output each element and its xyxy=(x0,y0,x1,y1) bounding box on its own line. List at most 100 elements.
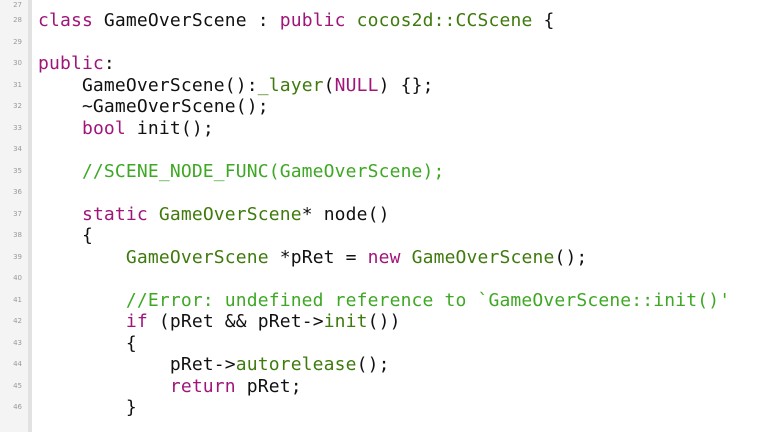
code-line[interactable]: 46 } xyxy=(0,397,768,419)
code-text: bool init(); xyxy=(38,118,214,140)
code-token-type: GameOverScene xyxy=(158,203,302,225)
code-line[interactable]: 30 public: xyxy=(0,53,768,75)
code-text: public: xyxy=(38,53,115,75)
code-token-keyword: return xyxy=(169,375,236,397)
code-editor[interactable]: 27 28 class GameOverScene : public cocos2d… xyxy=(0,0,768,432)
line-number: 37 xyxy=(13,209,22,218)
code-token-default: : xyxy=(246,10,280,31)
code-line[interactable]: 32 ~GameOverScene(); xyxy=(0,96,768,118)
code-line[interactable]: 33 bool init(); xyxy=(0,118,768,140)
code-text: class GameOverScene : public cocos2d::CC… xyxy=(38,10,554,32)
line-number: 31 xyxy=(13,80,22,89)
code-text: { xyxy=(38,333,137,355)
line-number: 35 xyxy=(13,166,22,175)
code-token-default xyxy=(38,247,126,268)
code-text: if (pRet && pRet->init()) xyxy=(38,311,401,333)
code-token-default: * node() xyxy=(301,203,390,225)
line-number: 46 xyxy=(13,403,22,411)
code-token-keyword: class xyxy=(38,10,104,31)
code-line[interactable]: 42 if (pRet && pRet->init()) xyxy=(0,311,768,333)
code-token-default: { xyxy=(532,10,555,31)
code-line[interactable]: 45 return pRet; xyxy=(0,376,768,398)
code-text: { xyxy=(38,225,93,247)
code-line[interactable]: 41 //Error: undefined reference to `Game… xyxy=(0,290,768,312)
code-token-default xyxy=(401,247,412,268)
line-number: 41 xyxy=(13,295,22,304)
code-text: } xyxy=(38,397,137,419)
line-number: 32 xyxy=(13,102,22,110)
code-token-default: { xyxy=(38,225,93,246)
line-number: 45 xyxy=(13,381,22,390)
code-line[interactable]: 31 GameOverScene():_layer(NULL) {}; xyxy=(0,75,768,97)
code-token-default: pRet; xyxy=(235,375,302,397)
code-token-type: cocos2d::CCScene xyxy=(356,10,533,31)
code-token-default: (pRet && pRet-> xyxy=(147,311,324,332)
code-token-type: _layer xyxy=(257,74,324,96)
code-token-default: ) {}; xyxy=(378,74,434,96)
code-line[interactable]: 43 { xyxy=(0,333,768,355)
code-token-keyword: bool xyxy=(81,117,126,139)
code-token-keyword: public xyxy=(38,53,104,74)
code-line[interactable]: 39 GameOverScene *pRet = new GameOverSce… xyxy=(0,247,768,269)
line-number: 30 xyxy=(13,59,22,67)
code-token-default: ~GameOverScene(); xyxy=(38,96,269,117)
code-token-type: autorelease xyxy=(235,354,357,375)
code-line[interactable]: 38 { xyxy=(0,225,768,247)
code-token-default: *pRet = xyxy=(268,246,368,268)
code-token-type: init xyxy=(323,311,368,332)
code-line[interactable]: 35 //SCENE_NODE_FUNC(GameOverScene); xyxy=(0,161,768,183)
code-token-keyword: new xyxy=(367,246,401,268)
code-text: static GameOverScene* node() xyxy=(38,204,390,226)
line-number: 28 xyxy=(13,16,22,24)
line-number: 43 xyxy=(13,338,22,347)
code-token-type: GameOverScene xyxy=(125,246,269,268)
code-token-default xyxy=(346,10,357,31)
code-token-default xyxy=(148,204,159,225)
code-line[interactable]: 27 xyxy=(0,0,768,10)
code-token-keyword: public xyxy=(279,10,346,31)
code-line[interactable]: 37 static GameOverScene* node() xyxy=(0,204,768,226)
code-token-keyword: NULL xyxy=(334,74,379,96)
code-token-default: (); xyxy=(554,246,588,268)
code-token-default: init(); xyxy=(125,117,214,139)
code-token-default: (); xyxy=(356,354,390,375)
code-line[interactable]: 40 xyxy=(0,268,768,290)
line-number: 40 xyxy=(13,274,22,282)
line-number: 33 xyxy=(13,123,22,132)
line-number: 38 xyxy=(13,231,22,239)
code-line[interactable]: 34 xyxy=(0,139,768,161)
code-token-comment: //Error: undefined reference to `GameOve… xyxy=(38,289,731,311)
code-token-keyword: if xyxy=(125,311,148,332)
line-number: 34 xyxy=(13,145,22,153)
line-number: 39 xyxy=(13,252,22,261)
code-token-keyword: static xyxy=(81,203,148,225)
code-line[interactable]: 44 pRet->autorelease(); xyxy=(0,354,768,376)
code-text: pRet->autorelease(); xyxy=(38,354,390,376)
line-number: 36 xyxy=(13,188,22,196)
code-token-default: { xyxy=(38,332,137,354)
line-number: 29 xyxy=(13,37,22,46)
code-line[interactable]: 28 class GameOverScene : public cocos2d::… xyxy=(0,10,768,32)
code-text: GameOverScene *pRet = new GameOverScene(… xyxy=(38,247,587,269)
code-token-default xyxy=(38,118,82,139)
line-number: 44 xyxy=(13,360,22,368)
code-token-default: : xyxy=(103,53,115,74)
code-token-type: GameOverScene xyxy=(411,246,555,268)
code-text: //SCENE_NODE_FUNC(GameOverScene); xyxy=(38,161,445,183)
code-token-default xyxy=(38,311,126,332)
code-token-default xyxy=(38,376,170,397)
code-text: //Error: undefined reference to `GameOve… xyxy=(38,290,730,312)
code-lines[interactable]: 27 28 class GameOverScene : public cocos2d… xyxy=(0,0,768,419)
line-number: 42 xyxy=(13,317,22,325)
code-token-default: pRet-> xyxy=(38,354,236,375)
code-token-comment: //SCENE_NODE_FUNC(GameOverScene); xyxy=(38,160,445,182)
code-line[interactable]: 36 xyxy=(0,182,768,204)
code-token-default: } xyxy=(38,397,137,418)
code-token-default xyxy=(38,204,82,225)
code-token-default: GameOverScene(): xyxy=(38,74,258,96)
code-token-default: ( xyxy=(323,74,335,96)
code-line[interactable]: 29 xyxy=(0,32,768,54)
code-text: return pRet; xyxy=(38,376,302,398)
code-text: GameOverScene():_layer(NULL) {}; xyxy=(38,75,434,97)
code-text: ~GameOverScene(); xyxy=(38,96,269,118)
